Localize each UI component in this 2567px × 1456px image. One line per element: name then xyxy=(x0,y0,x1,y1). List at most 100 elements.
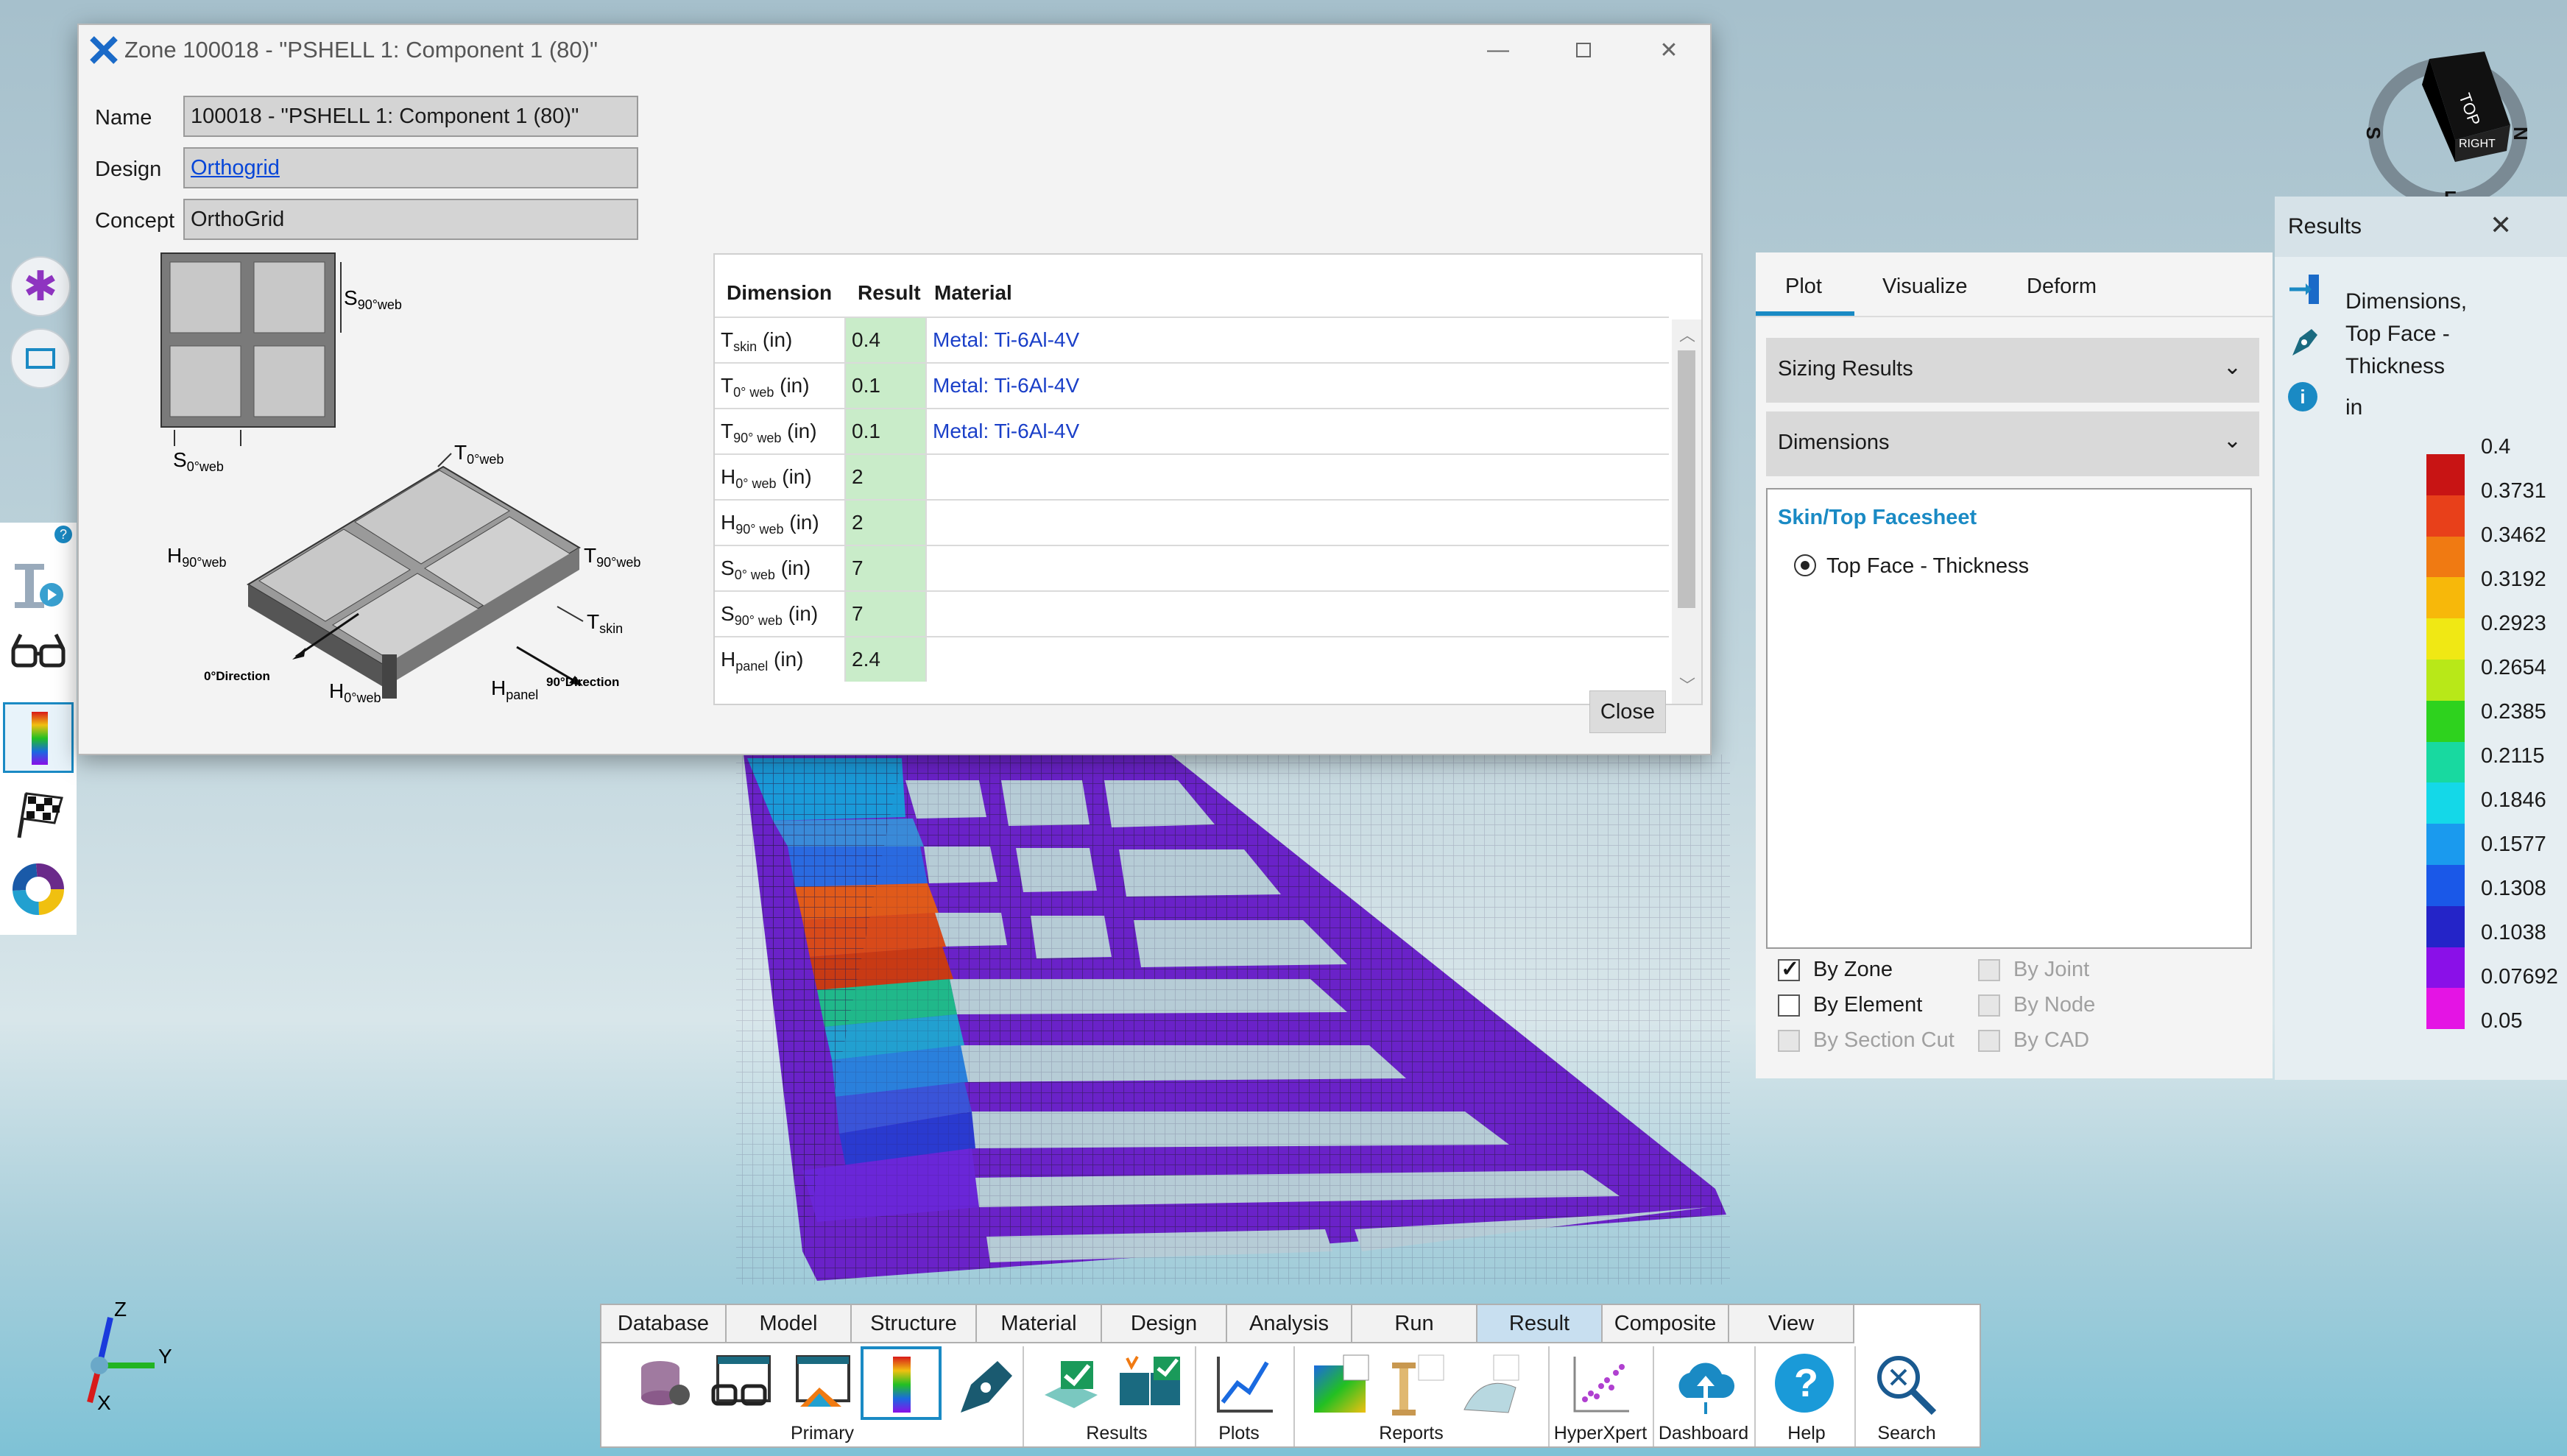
table-row[interactable]: Hpanel (in) 2.4 xyxy=(715,636,1669,682)
ribbon-tab-run[interactable]: Run xyxy=(1352,1305,1477,1343)
concept-field[interactable]: OrthoGrid xyxy=(183,199,638,240)
ribbon-tab-result[interactable]: Result xyxy=(1477,1305,1603,1343)
navigation-cube[interactable]: TOP RIGHT S N E xyxy=(2362,52,2532,209)
material-cell[interactable]: Metal: Ti-6Al-4V xyxy=(933,328,1079,352)
axis-y-label: Y xyxy=(158,1345,172,1368)
design-link[interactable]: Orthogrid xyxy=(183,147,638,188)
dimensions-dropdown[interactable]: Dimensions ⌄ xyxy=(1766,411,2259,476)
ribbon-tab-composite[interactable]: Composite xyxy=(1603,1305,1729,1343)
checkbox[interactable]: ✓ xyxy=(1778,957,1800,981)
ribbon-tab-analysis[interactable]: Analysis xyxy=(1227,1305,1352,1343)
concept-label: Concept xyxy=(95,209,175,233)
beam-report-button[interactable] xyxy=(1385,1351,1451,1417)
ribbon-tab-design[interactable]: Design xyxy=(1102,1305,1227,1343)
scroll-up-icon[interactable]: ︿ xyxy=(1679,322,1695,346)
result-cell[interactable]: 7 xyxy=(844,592,927,636)
result-cell[interactable]: 0.1 xyxy=(844,409,927,453)
table-row[interactable]: H0° web (in) 2 xyxy=(715,453,1669,499)
checkbox-label: By Element xyxy=(1813,993,1923,1017)
model-ribbon-button[interactable] xyxy=(790,1351,856,1417)
result-cell[interactable]: 2 xyxy=(844,501,927,545)
pen-tool-icon[interactable] xyxy=(2287,323,2322,358)
close-window-button[interactable]: ✕ xyxy=(1648,32,1689,68)
top-face-radio[interactable] xyxy=(1794,554,1816,576)
table-row[interactable]: Tskin (in) 0.4 Metal: Ti-6Al-4V xyxy=(715,317,1669,362)
ribbon-tab-structure[interactable]: Structure xyxy=(852,1305,977,1343)
model-monitor-icon xyxy=(796,1355,850,1407)
glasses-ribbon-button[interactable] xyxy=(710,1351,777,1417)
results-ribbon-button[interactable] xyxy=(861,1346,942,1420)
tab-plot[interactable]: Plot xyxy=(1785,275,1822,299)
result-cell[interactable]: 0.1 xyxy=(844,364,927,408)
tab-deform[interactable]: Deform xyxy=(2027,275,2097,299)
results-tool-button[interactable] xyxy=(3,702,74,773)
hyperxpert-ribbon-button[interactable] xyxy=(1567,1351,1634,1417)
donut-chart-button[interactable] xyxy=(10,861,66,917)
minimize-button[interactable]: — xyxy=(1477,32,1519,68)
line-plot-icon xyxy=(1217,1357,1273,1413)
sizing-results-dropdown[interactable]: Sizing Results ⌄ xyxy=(1766,338,2259,403)
legend-value: 0.2385 xyxy=(2481,700,2546,724)
ribbon-tab-view[interactable]: View xyxy=(1729,1305,1854,1343)
table-row[interactable]: T90° web (in) 0.1 Metal: Ti-6Al-4V xyxy=(715,408,1669,453)
results-compare-ribbon-button[interactable] xyxy=(1117,1351,1183,1417)
surface-report-button[interactable] xyxy=(1460,1351,1526,1417)
help-badge-icon[interactable]: ? xyxy=(54,526,72,543)
search-ribbon-button[interactable] xyxy=(1872,1351,1938,1417)
glasses-monitor-icon xyxy=(711,1355,771,1406)
dimension-cell: H0° web (in) xyxy=(721,465,812,491)
help-ribbon-button[interactable]: ? xyxy=(1772,1351,1838,1417)
scroll-thumb[interactable] xyxy=(1678,350,1695,608)
scroll-down-icon[interactable]: ﹀ xyxy=(1679,673,1695,696)
checkbox[interactable] xyxy=(1778,994,1800,1017)
table-row[interactable]: S0° web (in) 7 xyxy=(715,545,1669,590)
results-desc-line3: Thickness xyxy=(2345,354,2446,378)
material-cell[interactable]: Metal: Ti-6Al-4V xyxy=(933,420,1079,443)
table-row[interactable]: S90° web (in) 7 xyxy=(715,590,1669,636)
database-ribbon-button[interactable] xyxy=(631,1351,697,1417)
result-cell[interactable]: 2 xyxy=(844,455,927,499)
select-tool-button[interactable]: ✱ xyxy=(10,256,71,317)
box-select-button[interactable] xyxy=(10,328,71,389)
table-row[interactable]: T0° web (in) 0.1 Metal: Ti-6Al-4V xyxy=(715,362,1669,408)
design-label: Design xyxy=(95,158,162,181)
pen-ribbon-button[interactable] xyxy=(953,1351,1020,1417)
svg-text:T0°web: T0°web xyxy=(454,441,504,467)
plots-ribbon-button[interactable] xyxy=(1211,1351,1277,1417)
dialog-titlebar[interactable]: Zone 100018 - "PSHELL 1: Component 1 (80… xyxy=(79,25,1710,75)
result-cell[interactable]: 7 xyxy=(844,546,927,590)
contour-report-button[interactable] xyxy=(1310,1351,1376,1417)
cloud-upload-icon xyxy=(1678,1363,1735,1414)
check-icon: ✓ xyxy=(1781,957,1800,981)
table-scrollbar[interactable]: ︿ ﹀ xyxy=(1672,319,1701,704)
table-row[interactable]: H90° web (in) 2 xyxy=(715,499,1669,545)
export-icon[interactable] xyxy=(2287,273,2322,305)
maximize-button[interactable] xyxy=(1563,32,1604,68)
dashboard-ribbon-button[interactable] xyxy=(1672,1351,1738,1417)
model-tool-button[interactable] xyxy=(10,556,66,615)
legend-value: 0.4 xyxy=(2481,435,2511,459)
results-check-ribbon-button[interactable] xyxy=(1039,1351,1105,1417)
name-field[interactable]: 100018 - "PSHELL 1: Component 1 (80)" xyxy=(183,96,638,137)
ribbon-tab-model[interactable]: Model xyxy=(727,1305,852,1343)
group-label-plots: Plots xyxy=(1218,1423,1260,1443)
legend-color-band xyxy=(2426,865,2465,906)
col-header-dimension: Dimension xyxy=(727,281,833,304)
material-cell[interactable]: Metal: Ti-6Al-4V xyxy=(933,374,1079,397)
results-close-icon[interactable]: ✕ xyxy=(2490,210,2512,241)
svg-text:Tskin: Tskin xyxy=(587,610,623,636)
ribbon-tab-database[interactable]: Database xyxy=(601,1305,727,1343)
close-button[interactable]: Close xyxy=(1589,690,1666,733)
ribbon-tab-material[interactable]: Material xyxy=(977,1305,1102,1343)
svg-text:S0°web: S0°web xyxy=(173,448,224,474)
checkered-flag-button[interactable] xyxy=(10,788,66,844)
result-cell[interactable]: 0.4 xyxy=(844,318,927,362)
info-icon[interactable]: i xyxy=(2288,382,2317,411)
tab-visualize[interactable]: Visualize xyxy=(1882,275,1968,299)
ribbon: Database Model Structure Material Design Anal… xyxy=(600,1304,1981,1448)
group-label-help: Help xyxy=(1787,1423,1826,1443)
result-cell[interactable]: 2.4 xyxy=(844,637,927,682)
result-options-box: Skin/Top Facesheet Top Face - Thickness xyxy=(1766,488,2252,949)
help-icon: ? xyxy=(1775,1354,1834,1413)
visualize-tool-button[interactable] xyxy=(10,627,66,683)
